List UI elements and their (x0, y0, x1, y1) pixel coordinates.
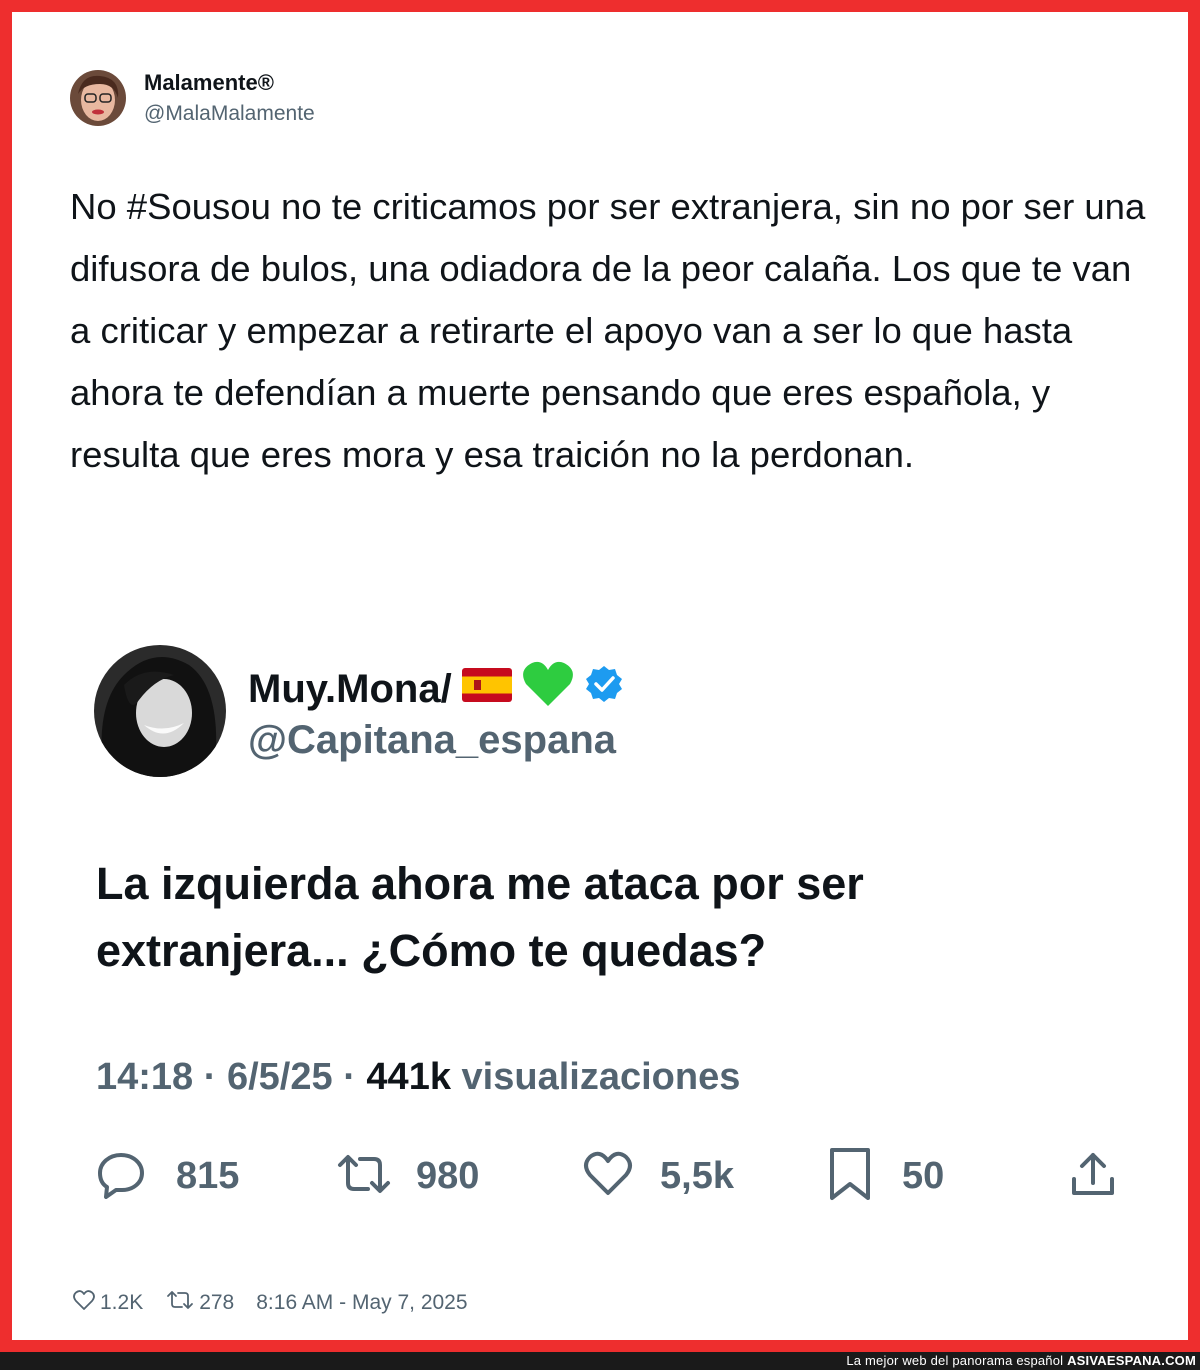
retweet-stat[interactable]: 278 (165, 1288, 234, 1318)
repost-count: 980 (416, 1154, 480, 1197)
bookmark-count: 50 (902, 1154, 945, 1197)
author-name[interactable]: Malamente® (144, 70, 274, 96)
quoted-time[interactable]: 14:18 (96, 1056, 193, 1098)
retweet-count: 278 (199, 1291, 235, 1314)
views-count: 441k (366, 1056, 451, 1098)
site-footer: La mejor web del panorama español ASIVAE… (0, 1352, 1200, 1370)
meta-separator: · (203, 1056, 217, 1098)
reply-icon (96, 1149, 146, 1204)
reply-button[interactable]: 815 (96, 1146, 239, 1206)
author-handle[interactable]: @MalaMalamente (144, 102, 315, 126)
tweet-text: No #Sousou no te criticamos por ser extr… (70, 186, 1146, 475)
retweet-icon (165, 1288, 199, 1318)
bookmark-button[interactable]: 50 (828, 1146, 944, 1206)
share-button[interactable] (1068, 1146, 1118, 1206)
quoted-action-bar: 815 980 5,5k 50 (96, 1146, 1126, 1206)
meta-separator: · (343, 1056, 356, 1098)
footer-site-link[interactable]: ASIVAESPANA.COM (1067, 1353, 1196, 1368)
quoted-date[interactable]: 6/5/25 (227, 1056, 333, 1098)
tweet-timestamp[interactable]: 8:16 AM - May 7, 2025 (256, 1291, 467, 1315)
quoted-tweet-meta: 14:18 · 6/5/25 · 441k visualizaciones (96, 1056, 740, 1099)
like-count: 5,5k (660, 1154, 734, 1197)
quoted-tweet-text: La izquierda ahora me ataca por ser extr… (96, 858, 864, 976)
spain-flag-icon (461, 667, 512, 712)
heart-icon (72, 1289, 100, 1317)
quoted-author-avatar[interactable] (94, 645, 226, 777)
green-heart-icon (522, 660, 574, 718)
reply-count: 815 (176, 1154, 240, 1197)
repost-icon (334, 1149, 394, 1204)
repost-button[interactable]: 980 (334, 1146, 479, 1206)
tweet-stats: 1.2K 278 8:16 AM - May 7, 2025 (72, 1288, 490, 1318)
like-stat[interactable]: 1.2K (72, 1289, 143, 1317)
footer-tagline: La mejor web del panorama español (846, 1353, 1064, 1368)
share-icon (1068, 1149, 1118, 1204)
quoted-author-name[interactable]: Muy.Mona/ (248, 667, 452, 712)
footer-text: La mejor web del panorama español ASIVAE… (846, 1353, 1196, 1368)
bookmark-icon (828, 1146, 872, 1207)
author-avatar[interactable] (70, 70, 126, 126)
quoted-author-name-row[interactable]: Muy.Mona/ (248, 660, 624, 718)
like-button[interactable]: 5,5k (582, 1146, 734, 1206)
views-label: visualizaciones (461, 1056, 741, 1098)
heart-icon (582, 1149, 634, 1204)
page-frame: Malamente® @MalaMalamente No #Sousou no … (0, 0, 1200, 1352)
verified-badge-icon (584, 664, 624, 714)
quoted-author-handle[interactable]: @Capitana_espana (248, 718, 616, 763)
like-count: 1.2K (100, 1291, 144, 1314)
